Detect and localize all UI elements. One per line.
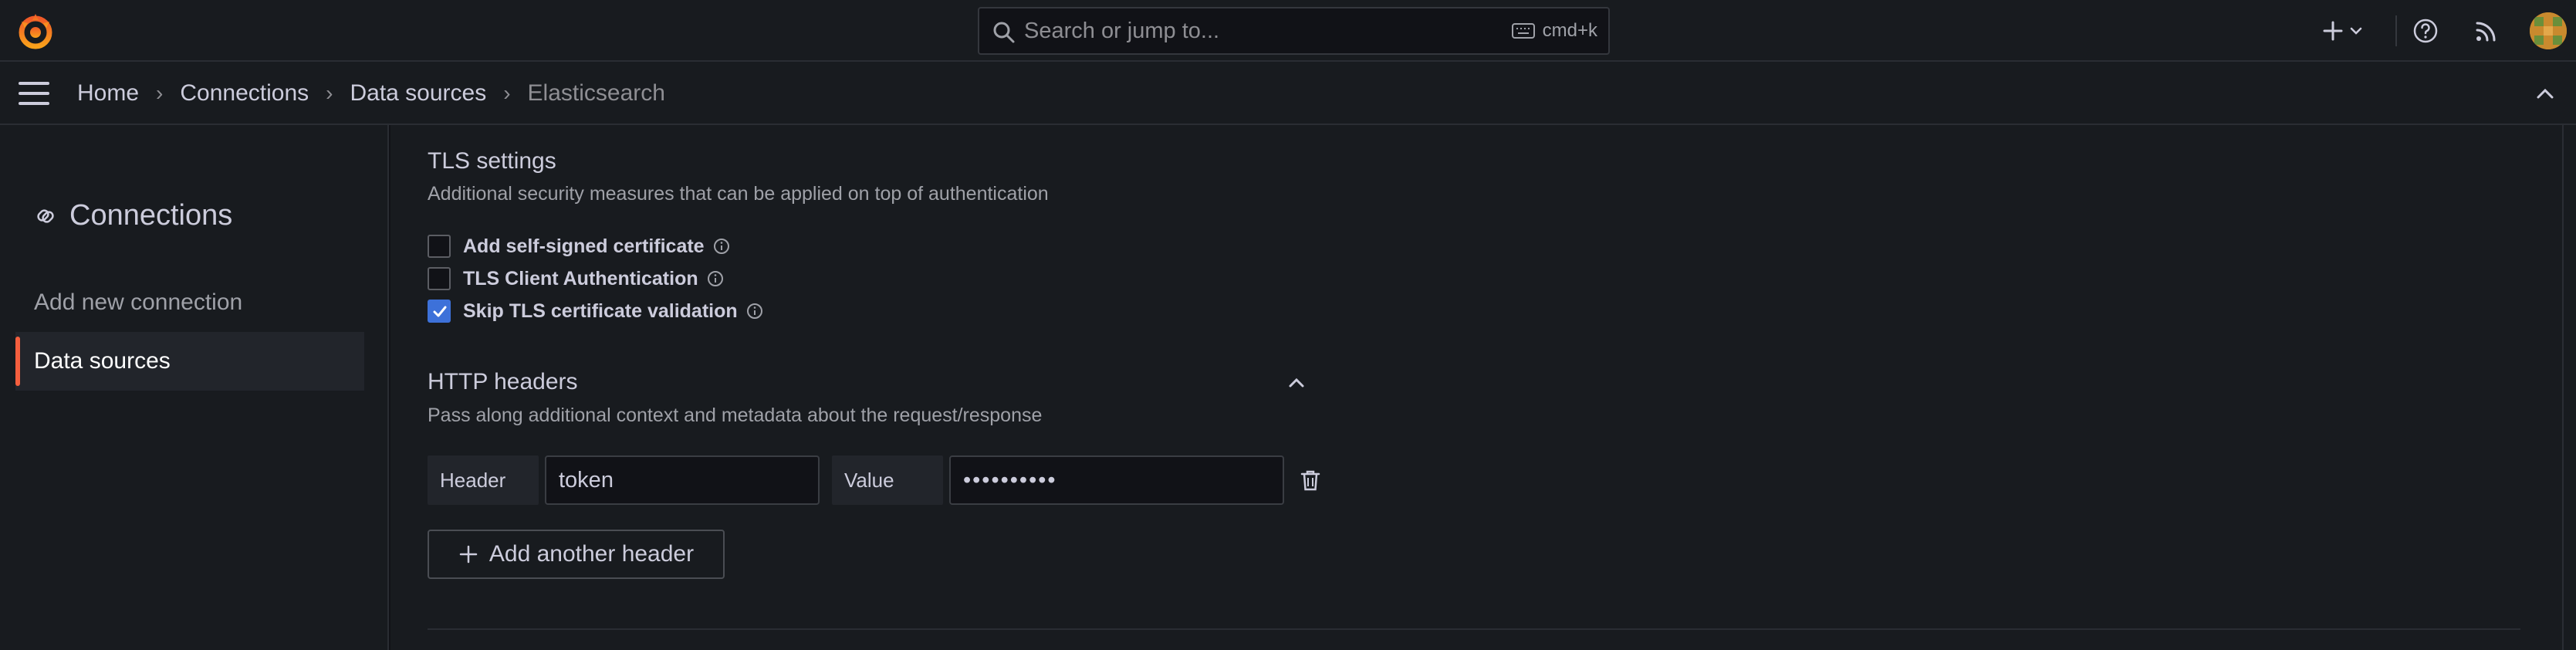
tls-option-skip-validation: Skip TLS certificate validation: [428, 300, 764, 323]
keyboard-icon: [1511, 23, 1535, 39]
top-navbar: Search or jump to... cmd+k: [0, 0, 2576, 62]
scrollbar-track[interactable]: [2562, 125, 2564, 650]
option-label: Skip TLS certificate validation: [463, 300, 738, 322]
skip-validation-checkbox[interactable]: [428, 300, 451, 323]
http-headers-title: HTTP headers: [428, 369, 578, 394]
info-icon[interactable]: [712, 237, 731, 256]
breadcrumb-home[interactable]: Home: [77, 80, 139, 107]
tls-option-client-auth: TLS Client Authentication: [428, 267, 725, 290]
chevron-up-icon[interactable]: [1283, 369, 1310, 397]
chevron-right-icon: ›: [326, 81, 333, 105]
tls-settings-description: Additional security measures that can be…: [428, 183, 1049, 205]
chevron-up-icon[interactable]: [2531, 80, 2559, 108]
checkmark-icon: [433, 306, 447, 317]
header-label: Header: [428, 455, 539, 505]
self-signed-checkbox[interactable]: [428, 235, 451, 258]
chevron-right-icon: ›: [156, 81, 164, 105]
sidebar-item-data-sources[interactable]: Data sources: [15, 332, 364, 391]
info-icon[interactable]: [706, 269, 725, 288]
search-shortcut: cmd+k: [1511, 8, 1597, 53]
sidebar-item-label: Add new connection: [34, 289, 243, 315]
breadcrumb-current: Elasticsearch: [527, 80, 665, 106]
tls-option-self-signed: Add self-signed certificate: [428, 235, 731, 258]
add-another-header-button[interactable]: Add another header: [428, 530, 725, 579]
help-button[interactable]: [2412, 0, 2439, 62]
trash-icon[interactable]: [1297, 467, 1323, 493]
option-label: TLS Client Authentication: [463, 267, 698, 289]
chevron-right-icon: ›: [503, 81, 511, 105]
value-label: Value: [832, 455, 943, 505]
search-shortcut-label: cmd+k: [1542, 20, 1597, 41]
info-icon[interactable]: [745, 302, 764, 320]
breadcrumb-data-sources[interactable]: Data sources: [350, 80, 486, 107]
user-avatar[interactable]: [2530, 12, 2567, 49]
main-content: TLS settings Additional security measure…: [390, 125, 2576, 650]
plus-icon: [2323, 21, 2343, 41]
toolbar-divider: [2395, 15, 2397, 46]
search-placeholder: Search or jump to...: [1024, 19, 1220, 43]
plus-icon: [459, 545, 478, 564]
sidebar: Connections Add new connection Data sour…: [0, 125, 389, 650]
header-value-input[interactable]: ••••••••••: [949, 455, 1284, 505]
http-headers-description: Pass along additional context and metada…: [428, 405, 1043, 426]
sidebar-item-label: Data sources: [34, 348, 171, 374]
section-divider: [428, 628, 2520, 630]
sidebar-title-label: Connections: [69, 199, 233, 232]
option-label: Add self-signed certificate: [463, 235, 705, 257]
breadcrumb-bar: Home › Connections › Data sources › Elas…: [0, 62, 2576, 125]
grafana-logo[interactable]: [15, 11, 56, 51]
search-icon: [993, 22, 1015, 43]
help-icon: [2413, 19, 2438, 43]
add-header-label: Add another header: [488, 541, 695, 567]
new-button[interactable]: [2321, 0, 2363, 62]
breadcrumb-connections[interactable]: Connections: [180, 80, 309, 107]
rss-icon: [2476, 22, 2496, 42]
menu-icon[interactable]: [19, 82, 49, 105]
breadcrumb: Home › Connections › Data sources › Elas…: [77, 62, 665, 125]
chevron-down-icon: [2350, 27, 2362, 35]
news-button[interactable]: [2474, 0, 2499, 62]
header-name-input[interactable]: token: [545, 455, 820, 505]
sidebar-item-add-new-connection[interactable]: Add new connection: [15, 273, 364, 332]
sidebar-title: Connections: [34, 199, 232, 232]
avatar-image: [2530, 12, 2567, 49]
search-input[interactable]: Search or jump to... cmd+k: [978, 7, 1610, 55]
tls-settings-title: TLS settings: [428, 148, 556, 174]
client-auth-checkbox[interactable]: [428, 267, 451, 290]
connections-icon: [37, 208, 54, 223]
